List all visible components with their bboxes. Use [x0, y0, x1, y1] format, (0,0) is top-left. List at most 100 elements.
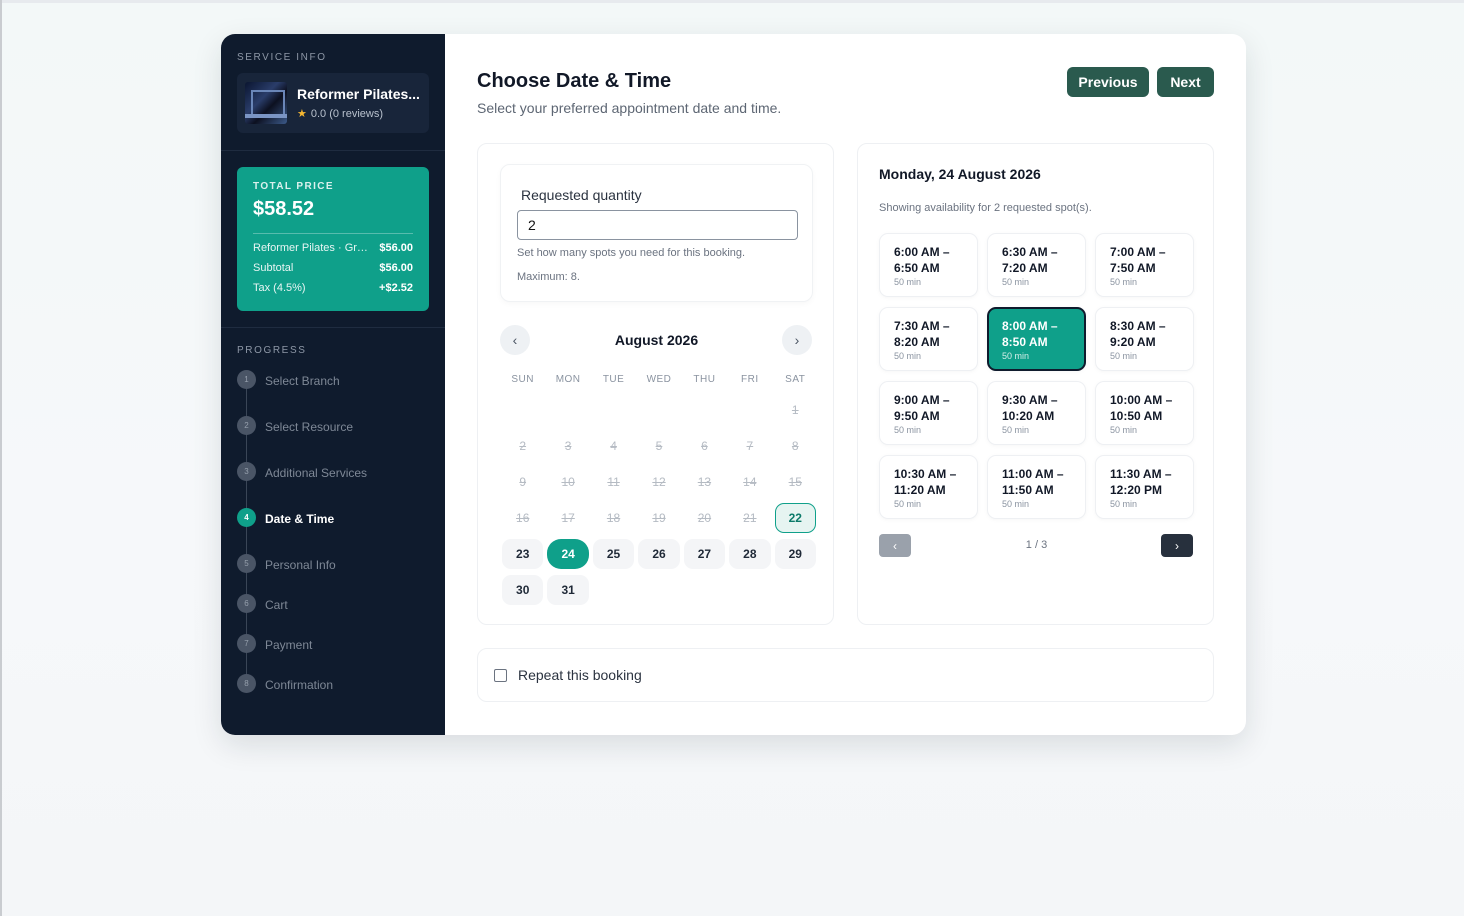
progress-step: 8 Confirmation	[237, 674, 429, 714]
calendar-day: 9	[519, 475, 527, 489]
slot-duration: 50 min	[1002, 425, 1030, 435]
time-slot[interactable]: 7:30 AM – 8:20 AM 50 min	[879, 307, 978, 371]
service-card: Reformer Pilates... ★ 0.0 (0 reviews)	[237, 73, 429, 133]
step-number: 7	[237, 634, 256, 653]
previous-button[interactable]: Previous	[1067, 67, 1149, 97]
quantity-box: Requested quantity Set how many spots yo…	[500, 164, 813, 302]
date-panel: Requested quantity Set how many spots yo…	[477, 143, 834, 625]
repeat-booking-row[interactable]: Repeat this booking	[477, 648, 1214, 702]
selected-date-heading: Monday, 24 August 2026	[879, 166, 1041, 182]
time-slot-selected[interactable]: 8:00 AM – 8:50 AM 50 min	[987, 307, 1086, 371]
step-number: 3	[237, 462, 256, 481]
time-slot[interactable]: 11:00 AM – 11:50 AM 50 min	[987, 455, 1086, 519]
calendar-day[interactable]: 30	[502, 575, 544, 605]
time-slot[interactable]: 11:30 AM – 12:20 PM 50 min	[1095, 455, 1194, 519]
time-slot[interactable]: 10:30 AM – 11:20 AM 50 min	[879, 455, 978, 519]
slot-end: 10:20 AM	[1002, 409, 1055, 423]
step-number: 1	[237, 370, 256, 389]
slot-end: 6:50 AM	[894, 261, 940, 275]
service-rating: ★ 0.0 (0 reviews)	[297, 107, 421, 121]
sidebar: SERVICE INFO Reformer Pilates... ★ 0.0 (…	[221, 34, 445, 735]
quantity-label: Requested quantity	[521, 187, 642, 203]
slot-start: 7:00 AM –	[1110, 245, 1166, 259]
time-slot[interactable]: 7:00 AM – 7:50 AM 50 min	[1095, 233, 1194, 297]
slot-end: 8:50 AM	[1002, 335, 1048, 349]
calendar-day-today[interactable]: 22	[774, 503, 816, 533]
slot-duration: 50 min	[894, 277, 922, 287]
step-label: Confirmation	[265, 678, 334, 692]
time-slot[interactable]: 8:30 AM – 9:20 AM 50 min	[1095, 307, 1194, 371]
step-label: Payment	[265, 638, 313, 652]
calendar-day: 14	[743, 475, 757, 489]
calendar-day: 18	[606, 511, 621, 525]
calendar-day: 19	[652, 511, 666, 525]
step-label: Additional Services	[265, 466, 368, 480]
step-label: Date & Time	[265, 512, 335, 526]
calendar-day[interactable]: 26	[638, 539, 680, 569]
subtotal-label: Subtotal	[253, 262, 294, 274]
calendar-day: 17	[561, 511, 575, 525]
calendar-day[interactable]: 29	[774, 539, 816, 569]
slots-next-page-button[interactable]: ›	[1161, 534, 1193, 557]
service-thumbnail	[245, 82, 287, 124]
progress-step: 5 Personal Info	[237, 554, 429, 594]
calendar-day: 1	[791, 403, 799, 417]
calendar-day[interactable]: 25	[592, 539, 635, 569]
slot-start: 8:30 AM –	[1110, 319, 1166, 333]
calendar-day[interactable]: 31	[547, 575, 589, 605]
time-slot[interactable]: 9:30 AM – 10:20 AM 50 min	[987, 381, 1086, 445]
calendar-grid: SUN MON TUE WED THU FRI SAT 1 2 3 4 5 6 7 8 9 10 11 12 13 1…	[500, 374, 818, 605]
quantity-max: Maximum: 8.	[517, 271, 580, 283]
calendar-day-selected[interactable]: 24	[547, 539, 589, 569]
slot-end: 8:20 AM	[894, 335, 940, 349]
weekday-label: WED	[646, 374, 672, 385]
step-number: 4	[237, 508, 256, 527]
price-line: Reformer Pilates · Gro... $56.00	[253, 242, 413, 254]
calendar-day: 11	[607, 475, 620, 489]
calendar-day: 5	[655, 439, 663, 453]
slot-end: 11:50 AM	[1002, 483, 1054, 497]
calendar-day: 7	[746, 439, 754, 453]
repeat-booking-checkbox[interactable]	[494, 668, 507, 682]
calendar-day: 21	[743, 511, 757, 525]
next-button[interactable]: Next	[1157, 67, 1214, 97]
weekday-header: SUN MON TUE WED THU FRI SAT	[500, 374, 818, 385]
step-number: 2	[237, 416, 256, 435]
time-slot[interactable]: 6:30 AM – 7:20 AM 50 min	[987, 233, 1086, 297]
step-number: 5	[237, 554, 256, 573]
time-slot[interactable]: 6:00 AM – 6:50 AM 50 min	[879, 233, 978, 297]
calendar-day: 8	[791, 439, 799, 453]
slot-start: 11:30 AM –	[1110, 467, 1172, 481]
slot-end: 10:50 AM	[1110, 409, 1163, 423]
total-price-label: TOTAL PRICE	[253, 181, 334, 192]
calendar-day: 6	[701, 439, 708, 453]
calendar-day: 12	[652, 475, 666, 489]
calendar-day[interactable]: 27	[683, 539, 726, 569]
calendar-day: 16	[516, 511, 530, 525]
slot-end: 12:20 PM	[1110, 483, 1163, 497]
calendar-day[interactable]: 23	[502, 539, 544, 569]
step-number: 6	[237, 594, 256, 613]
slot-duration: 50 min	[1002, 499, 1030, 509]
slot-duration: 50 min	[1110, 277, 1138, 287]
chevron-right-icon: ›	[794, 332, 800, 348]
calendar-day: 4	[610, 439, 617, 453]
progress-step: 3 Additional Services	[237, 462, 429, 508]
time-slot[interactable]: 9:00 AM – 9:50 AM 50 min	[879, 381, 978, 445]
main-content: Choose Date & Time Select your preferred…	[445, 34, 1246, 735]
calendar-day: 13	[697, 475, 712, 489]
next-month-button[interactable]: ›	[782, 325, 812, 355]
calendar-day: 20	[697, 511, 712, 525]
slot-start: 6:30 AM –	[1002, 245, 1058, 259]
slot-start: 9:30 AM –	[1002, 393, 1058, 407]
slot-start: 10:00 AM –	[1110, 393, 1173, 407]
time-slots-panel: Monday, 24 August 2026 Showing availabil…	[857, 143, 1214, 625]
time-slot[interactable]: 10:00 AM – 10:50 AM 50 min	[1095, 381, 1194, 445]
slot-duration: 50 min	[1110, 499, 1138, 509]
price-line-name: Reformer Pilates · Gro...	[253, 242, 371, 254]
weekday-label: FRI	[741, 374, 759, 385]
calendar-day[interactable]: 28	[729, 539, 771, 569]
tax-line: Tax (4.5%) +$2.52	[253, 282, 413, 294]
slot-end: 9:50 AM	[894, 409, 940, 423]
quantity-input[interactable]	[517, 210, 798, 240]
